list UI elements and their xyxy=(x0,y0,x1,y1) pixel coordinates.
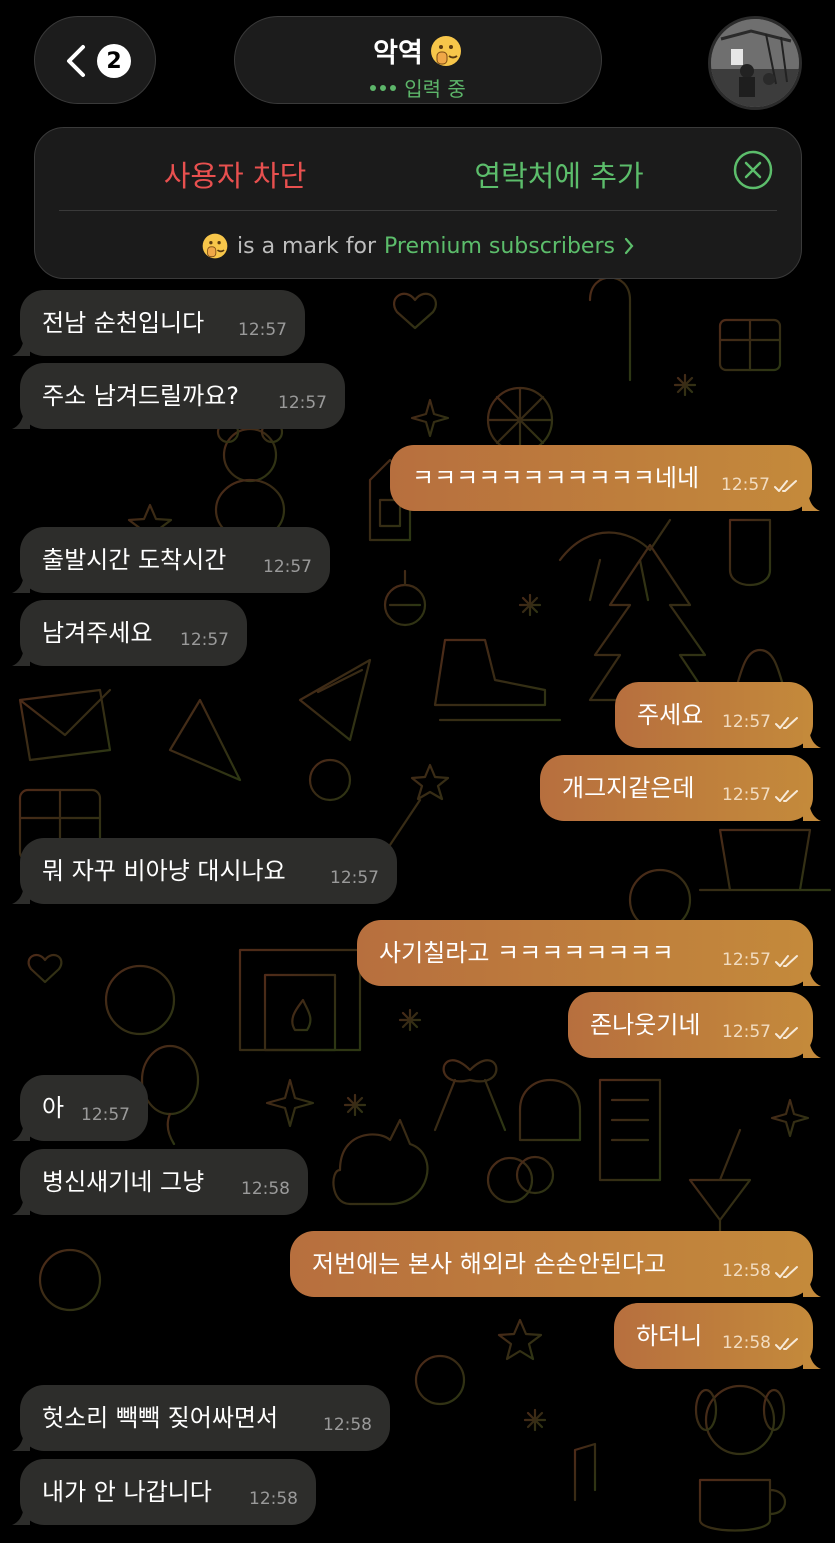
premium-mark-row[interactable]: is a mark for Premium subscribers xyxy=(35,228,801,264)
message-time: 12:57 xyxy=(722,950,771,970)
avatar-photo xyxy=(711,19,799,107)
message-time: 12:57 xyxy=(263,557,312,577)
unread-count-badge: 2 xyxy=(97,44,131,78)
message-text: 병신새기네 그냥 xyxy=(42,1168,205,1196)
message-text: 출발시간 도착시간 xyxy=(42,546,227,574)
message-time: 12:58 xyxy=(323,1415,372,1435)
back-button[interactable]: 2 xyxy=(34,16,156,104)
bubble-tail xyxy=(802,493,820,511)
message-time: 12:57 xyxy=(721,475,770,495)
chevron-right-icon xyxy=(624,237,634,255)
bubble-tail xyxy=(12,1507,30,1525)
bubble-tail xyxy=(803,968,821,986)
message-text: 하더니 xyxy=(636,1322,703,1350)
chat-title: 악역 xyxy=(373,38,423,69)
bubble-tail xyxy=(12,1123,30,1141)
incoming-message[interactable]: 내가 안 나갑니다 12:58 xyxy=(12,1459,316,1525)
bubble-tail xyxy=(12,886,30,904)
message-text: 저번에는 본사 해외라 손손안된다고 xyxy=(312,1250,667,1278)
outgoing-message[interactable]: 저번에는 본사 해외라 손손안된다고 12:58 xyxy=(290,1231,821,1297)
unknown-contact-banner: 사용자 차단 연락처에 추가 is a mark for Premium sub… xyxy=(34,127,802,279)
incoming-message[interactable]: 전남 순천입니다 12:57 xyxy=(12,290,305,356)
read-receipt-icon xyxy=(775,955,798,967)
outgoing-message[interactable]: 주세요 12:57 xyxy=(615,682,821,748)
message-text: 사기칠라고 ㅋㅋㅋㅋㅋㅋㅋㅋ xyxy=(379,939,674,967)
message-text: 아 xyxy=(42,1094,65,1122)
block-user-button[interactable]: 사용자 차단 xyxy=(35,146,435,206)
bubble-tail xyxy=(12,648,30,666)
shushing-face-emoji-icon xyxy=(202,233,228,259)
message-text: 남겨주세요 xyxy=(42,619,153,647)
bubble-tail xyxy=(12,1433,30,1451)
read-receipt-icon xyxy=(775,1266,798,1278)
outgoing-message[interactable]: 존나웃기네 12:57 xyxy=(568,992,821,1058)
chevron-left-icon xyxy=(67,45,85,77)
outgoing-message[interactable]: 사기칠라고 ㅋㅋㅋㅋㅋㅋㅋㅋ 12:57 xyxy=(357,920,821,986)
incoming-message[interactable]: 뭐 자꾸 비아냥 대시나요 12:57 xyxy=(12,838,397,904)
bubble-tail xyxy=(12,411,30,429)
bubble-tail xyxy=(12,575,30,593)
chat-title-button[interactable]: 악역 입력 중 xyxy=(234,16,602,104)
bubble-tail xyxy=(803,1351,821,1369)
outgoing-message[interactable]: 개그지같은데 12:57 xyxy=(540,755,821,821)
message-text: 전남 순천입니다 xyxy=(42,309,205,337)
typing-status-row: 입력 중 xyxy=(235,73,601,102)
message-text: 주세요 xyxy=(637,701,704,729)
message-time: 12:57 xyxy=(238,320,287,340)
outgoing-message[interactable]: ㅋㅋㅋㅋㅋㅋㅋㅋㅋㅋㅋ네네 12:57 xyxy=(390,445,820,511)
message-text: 주소 남겨드릴까요? xyxy=(42,382,240,410)
bubble-tail xyxy=(803,803,821,821)
message-text: ㅋㅋㅋㅋㅋㅋㅋㅋㅋㅋㅋ네네 xyxy=(412,464,700,492)
message-time: 12:58 xyxy=(249,1489,298,1509)
message-time: 12:58 xyxy=(722,1261,771,1281)
bubble-tail xyxy=(12,338,30,356)
read-receipt-icon xyxy=(774,480,797,492)
typing-status: 입력 중 xyxy=(404,77,466,101)
read-receipt-icon xyxy=(775,1338,798,1350)
avatar[interactable] xyxy=(708,16,802,110)
premium-mark-text: is a mark for xyxy=(237,233,376,259)
read-receipt-icon xyxy=(775,790,798,802)
message-text: 뭐 자꾸 비아냥 대시나요 xyxy=(42,857,286,885)
title-row: 악역 xyxy=(235,31,601,70)
message-time: 12:58 xyxy=(241,1179,290,1199)
message-time: 12:57 xyxy=(722,1022,771,1042)
message-time: 12:57 xyxy=(722,712,771,732)
message-time: 12:57 xyxy=(330,868,379,888)
message-text: 개그지같은데 xyxy=(562,774,695,802)
read-receipt-icon xyxy=(775,1027,798,1039)
message-time: 12:57 xyxy=(81,1105,130,1125)
message-time: 12:58 xyxy=(722,1333,771,1353)
bubble-tail xyxy=(803,1040,821,1058)
message-text: 내가 안 나갑니다 xyxy=(42,1478,212,1506)
message-time: 12:57 xyxy=(278,393,327,413)
message-text: 헛소리 빽빽 짖어싸면서 xyxy=(42,1404,279,1432)
incoming-message[interactable]: 남겨주세요 12:57 xyxy=(12,600,247,666)
incoming-message[interactable]: 아 12:57 xyxy=(12,1075,148,1141)
close-icon[interactable] xyxy=(733,150,773,190)
premium-subscribers-link[interactable]: Premium subscribers xyxy=(384,234,615,259)
bubble-tail xyxy=(803,730,821,748)
message-time: 12:57 xyxy=(722,785,771,805)
incoming-message[interactable]: 헛소리 빽빽 짖어싸면서 12:58 xyxy=(12,1385,390,1451)
incoming-message[interactable]: 출발시간 도착시간 12:57 xyxy=(12,527,330,593)
incoming-message[interactable]: 주소 남겨드릴까요? 12:57 xyxy=(12,363,345,429)
message-text: 존나웃기네 xyxy=(590,1011,701,1039)
outgoing-message[interactable]: 하더니 12:58 xyxy=(614,1303,821,1369)
bubble-tail xyxy=(12,1197,30,1215)
shushing-face-emoji-icon xyxy=(430,35,461,66)
message-time: 12:57 xyxy=(180,630,229,650)
add-to-contacts-button[interactable]: 연락처에 추가 xyxy=(435,146,683,206)
incoming-message[interactable]: 병신새기네 그냥 12:58 xyxy=(12,1149,308,1215)
bubble-tail xyxy=(803,1279,821,1297)
read-receipt-icon xyxy=(775,717,798,729)
divider xyxy=(59,210,777,211)
typing-dots-icon xyxy=(370,84,397,91)
